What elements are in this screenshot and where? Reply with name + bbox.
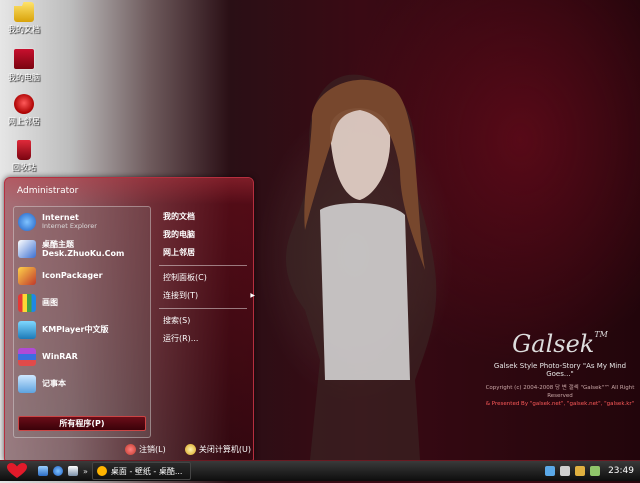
- network-tray-icon[interactable]: [545, 466, 556, 476]
- program-title: WinRAR: [42, 352, 78, 361]
- shutdown-label: 关闭计算机(U): [198, 444, 251, 454]
- brand-tagline: Galsek Style Photo-Story "As My Mind Goe…: [493, 362, 627, 378]
- network-icon: [14, 94, 34, 114]
- show-desktop-icon[interactable]: [38, 466, 48, 476]
- start-menu-places: 我的文档 我的电脑 网上邻居 控制面板(C) 连接到(T) ▶ 搜索(S) 运行…: [155, 208, 255, 348]
- program-notepad[interactable]: 记事本: [14, 371, 150, 396]
- start-menu-user: Administrator: [5, 178, 253, 204]
- zhuoku-theme-icon: [18, 239, 36, 258]
- program-winrar[interactable]: WinRAR: [14, 344, 150, 369]
- quick-launch: »: [38, 466, 88, 476]
- program-internet[interactable]: Internet Internet Explorer: [14, 209, 150, 234]
- desktop-icon-label: 我的文档: [8, 25, 40, 34]
- clock[interactable]: 23:49: [608, 466, 634, 476]
- shutdown-button[interactable]: 关闭计算机(U): [184, 443, 251, 455]
- shutdown-icon: [184, 443, 196, 455]
- brand-tm: TM: [594, 330, 608, 339]
- program-title: 画图: [42, 298, 58, 307]
- input-tray-icon[interactable]: [590, 466, 601, 476]
- places-network[interactable]: 网上邻居: [155, 244, 251, 262]
- wallpaper-branding: GalsekTM Galsek Style Photo-Story "As My…: [480, 330, 640, 408]
- logoff-label: 注销(L): [139, 444, 166, 454]
- program-title: Internet: [42, 213, 79, 222]
- places-connect-to[interactable]: 连接到(T) ▶: [155, 287, 255, 305]
- taskbar-task-desktop-wallpaper[interactable]: 桌面 - 壁纸 - 桌酷...: [91, 462, 192, 480]
- brand-copyright: Copyright (c) 2004-2008 당 변 갤섹 "Galsek"™…: [480, 384, 640, 408]
- desktop-icon-label: 我的电脑: [8, 73, 40, 82]
- program-title: KMPlayer中文版: [42, 325, 109, 334]
- places-my-computer[interactable]: 我的电脑: [155, 226, 251, 244]
- places-control-panel[interactable]: 控制面板(C): [155, 269, 251, 287]
- submenu-arrow-icon: ▶: [250, 292, 255, 299]
- task-label: 桌面 - 壁纸 - 桌酷...: [110, 466, 183, 476]
- start-button[interactable]: [4, 462, 30, 480]
- all-programs-button[interactable]: 所有程序(P): [18, 416, 146, 431]
- desktop-icon-network[interactable]: 网上邻居: [4, 94, 44, 127]
- desktop-icon-recycle-bin[interactable]: 回收站: [4, 140, 44, 173]
- program-iconpackager[interactable]: IconPackager: [14, 263, 150, 288]
- program-subtitle: Internet Explorer: [42, 222, 97, 230]
- desktop-icon-label: 回收站: [12, 163, 36, 172]
- media-player-icon[interactable]: [68, 466, 78, 476]
- volume-tray-icon[interactable]: [560, 466, 571, 476]
- wallpaper-figure: [285, 74, 437, 460]
- notepad-icon: [18, 374, 36, 393]
- internet-explorer-icon[interactable]: [53, 466, 63, 476]
- quick-launch-chevron-icon[interactable]: »: [83, 467, 88, 476]
- desktop-icon-my-documents[interactable]: 我的文档: [4, 2, 44, 35]
- start-menu-footer: 注销(L) 关闭计算机(U): [125, 440, 251, 458]
- places-search[interactable]: 搜索(S): [155, 312, 251, 330]
- connect-to-label: 连接到(T): [163, 291, 199, 300]
- winrar-icon: [18, 347, 36, 366]
- logoff-icon: [125, 443, 136, 455]
- system-tray: 23:49: [534, 461, 640, 481]
- places-my-documents[interactable]: 我的文档: [155, 208, 251, 226]
- brand-logo-text: Galsek: [512, 330, 595, 358]
- taskbar: » 桌面 - 壁纸 - 桌酷... 23:49: [0, 460, 640, 481]
- program-title: 桌酷主题Desk.ZhuoKu.Com: [42, 239, 125, 258]
- program-title: IconPackager: [42, 271, 103, 280]
- program-title: 记事本: [42, 379, 66, 388]
- my-documents-icon: [14, 2, 34, 22]
- paint-icon: [18, 293, 36, 312]
- kmplayer-icon: [18, 320, 36, 339]
- start-menu-programs: Internet Internet Explorer 桌酷主题Desk.Zhuo…: [13, 206, 151, 438]
- desktop-icon-label: 网上邻居: [8, 117, 40, 126]
- internet-explorer-icon: [18, 212, 36, 231]
- iconpackager-icon: [18, 266, 36, 285]
- logoff-button[interactable]: 注销(L): [125, 443, 166, 455]
- brand-copyright-line: Copyright (c) 2004-2008 당 변 갤섹 "Galsek"™…: [485, 385, 635, 399]
- program-kmplayer[interactable]: KMPlayer中文版: [14, 317, 150, 342]
- brand-logo: GalsekTM: [480, 330, 640, 358]
- program-paint[interactable]: 画图: [14, 290, 150, 315]
- my-computer-icon: [13, 48, 35, 70]
- task-app-icon: [96, 466, 107, 476]
- menu-divider: [159, 308, 247, 309]
- security-tray-icon[interactable]: [575, 466, 586, 476]
- desktop-icon-my-computer[interactable]: 我的电脑: [4, 48, 44, 83]
- brand-presented-line: & Presented By "galsek.net", "galsek.net…: [485, 401, 635, 407]
- places-run[interactable]: 运行(R)...: [155, 330, 251, 348]
- heart-start-icon: [7, 463, 27, 478]
- program-zhuoku-theme[interactable]: 桌酷主题Desk.ZhuoKu.Com: [14, 236, 150, 261]
- start-menu: Administrator Internet Internet Explorer…: [4, 177, 255, 461]
- menu-divider: [159, 265, 247, 266]
- recycle-bin-icon: [17, 140, 31, 160]
